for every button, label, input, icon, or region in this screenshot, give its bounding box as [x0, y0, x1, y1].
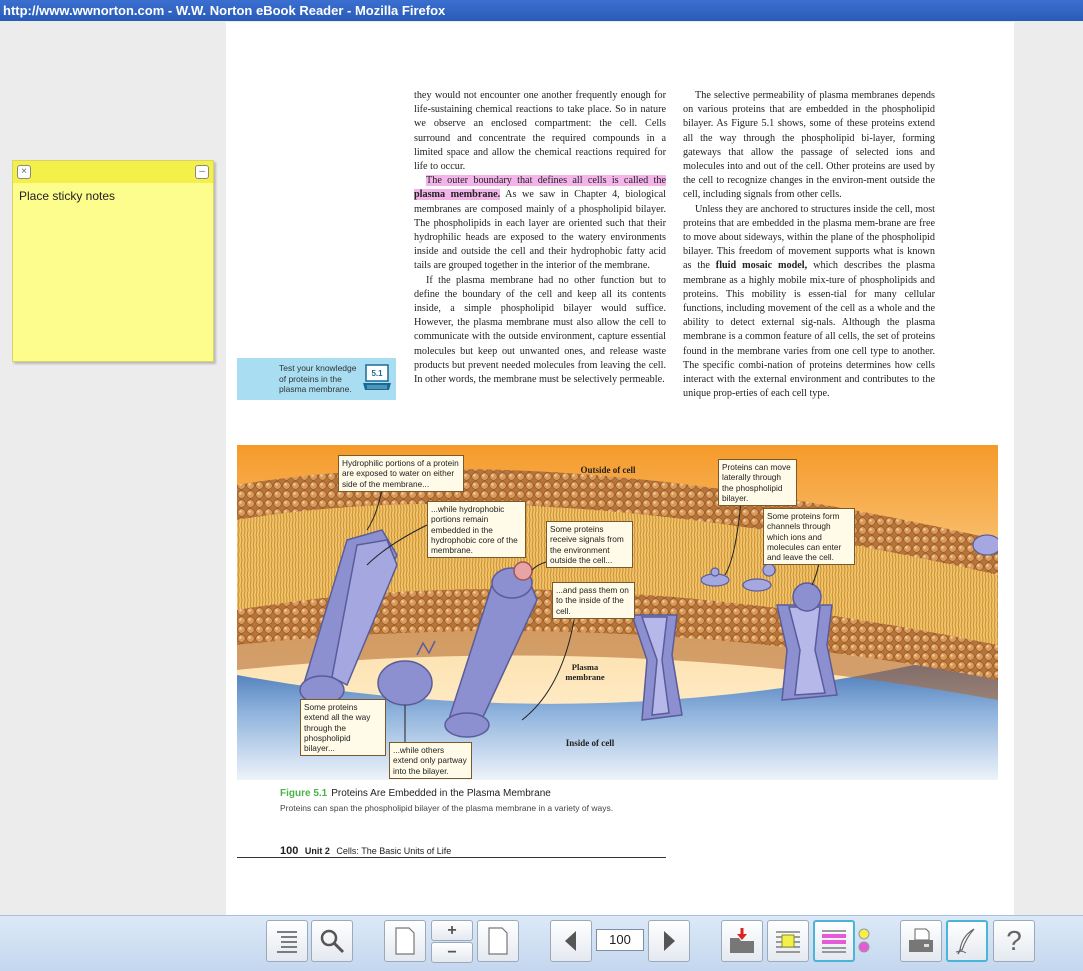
save-bookmark-button[interactable]: [721, 920, 763, 962]
callout-hydrophobic: ...while hydrophobic portions remain emb…: [427, 501, 526, 559]
text-column-right: The selective permeability of plasma mem…: [683, 89, 935, 401]
paragraph-highlighted[interactable]: The outer boundary that defines all cell…: [414, 174, 666, 273]
callout-receive-signals: Some proteins receive signals from the e…: [546, 521, 633, 569]
callout-move-laterally: Proteins can move laterally through the …: [718, 459, 797, 507]
page-number-input[interactable]: 100: [596, 929, 644, 951]
sticky-minimize-icon[interactable]: –: [195, 165, 209, 179]
sticky-close-icon[interactable]: ×: [17, 165, 31, 179]
highlight-icon: [822, 930, 846, 953]
highlight[interactable]: The outer boundary that defines all cell…: [426, 175, 666, 187]
single-page-view-button[interactable]: [384, 920, 426, 962]
sticky-note[interactable]: × – Place sticky notes: [12, 160, 214, 362]
annotate-pen-button[interactable]: [946, 920, 988, 962]
page-icon: [395, 927, 415, 955]
paragraph: Unless they are anchored to structures i…: [683, 203, 935, 402]
zoom-out-button[interactable]: −: [431, 942, 473, 963]
arrow-right-icon: [664, 931, 675, 951]
callout-extend-partway: ...while others extend only partway into…: [389, 742, 472, 779]
window-title-bar: http://www.wwnorton.com - W.W. Norton eB…: [0, 0, 1083, 21]
search-icon: [320, 929, 345, 954]
term-plasma-membrane[interactable]: plasma membrane.: [414, 189, 501, 201]
list-icon: [277, 931, 297, 953]
page-icon: [488, 927, 508, 955]
figure-caption-title: Figure 5.1 Proteins Are Embedded in the P…: [280, 788, 551, 799]
arrow-left-icon: [565, 931, 576, 951]
table-of-contents-button[interactable]: [266, 920, 308, 962]
page-footer: 100 Unit 2 Cells: The Basic Units of Lif…: [280, 845, 451, 857]
previous-page-button[interactable]: [550, 920, 592, 962]
sticky-note-header[interactable]: × –: [13, 161, 213, 183]
highlight-color-picker-icon[interactable]: [858, 928, 870, 954]
folder-download-icon: [730, 928, 754, 953]
label-inside-cell: Inside of cell: [565, 738, 615, 748]
help-button[interactable]: ?: [993, 920, 1035, 962]
term-fluid-mosaic-model: fluid mosaic model,: [715, 260, 808, 272]
sticky-note-icon: [776, 931, 800, 953]
figure-title: Proteins Are Embedded in the Plasma Memb…: [331, 788, 551, 799]
text-column-left: they would not encounter one another fre…: [414, 89, 666, 387]
sticky-notes-button[interactable]: [767, 920, 809, 962]
figure-number: Figure 5.1: [280, 788, 328, 799]
callout-extend-through: Some proteins extend all the way through…: [300, 699, 386, 757]
sticky-note-text[interactable]: Place sticky notes: [13, 183, 213, 209]
printer-icon: [909, 928, 933, 952]
figure-5-1: Outside of cell Inside of cell Plasma me…: [237, 445, 998, 780]
paragraph-end: which describes the plasma membrane as a…: [683, 260, 936, 400]
print-button[interactable]: [900, 920, 942, 962]
label-plasma-membrane: Plasma membrane: [565, 662, 605, 682]
test-knowledge-box[interactable]: Test your knowledge of proteins in the p…: [237, 358, 396, 400]
test-badge: 5.1: [371, 369, 383, 378]
footer-chapter: Cells: The Basic Units of Life: [336, 846, 452, 856]
footer-rule: [237, 857, 666, 858]
figure-caption-sub: Proteins can span the phospholipid bilay…: [280, 803, 614, 813]
paragraph-rest: As we saw in Chapter 4, biological membr…: [414, 189, 666, 272]
callout-pass-signals: ...and pass them on to the inside of the…: [552, 582, 635, 619]
highlighter-button[interactable]: [813, 920, 855, 962]
test-knowledge-text[interactable]: Test your knowledge of proteins in the p…: [279, 363, 361, 395]
laptop-icon[interactable]: 5.1: [362, 363, 392, 393]
zoom-in-button[interactable]: +: [431, 920, 473, 941]
label-outside-cell: Outside of cell: [580, 465, 636, 475]
paragraph: If the plasma membrane had no other func…: [414, 274, 666, 386]
callout-hydrophilic: Hydrophilic portions of a protein are ex…: [338, 455, 464, 492]
paragraph: they would not encounter one another fre…: [414, 90, 666, 173]
footer-unit: Unit 2: [304, 846, 330, 856]
quill-pen-icon: [955, 928, 975, 955]
next-page-button[interactable]: [648, 920, 690, 962]
search-button[interactable]: [311, 920, 353, 962]
callout-channels: Some proteins form channels through whic…: [763, 508, 855, 566]
two-page-view-button[interactable]: [477, 920, 519, 962]
footer-page-number: 100: [280, 845, 299, 857]
paragraph: The selective permeability of plasma mem…: [683, 90, 935, 201]
